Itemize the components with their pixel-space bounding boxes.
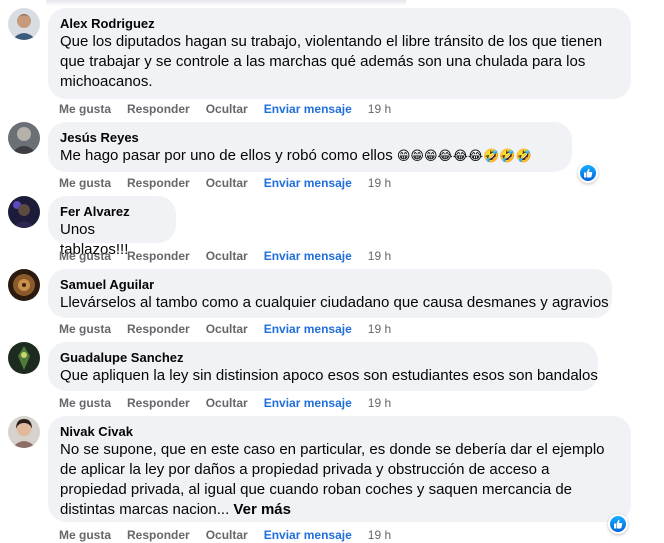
comment-bubble: Nivak Civak No se supone, que en este ca… xyxy=(48,416,631,522)
comment-author[interactable]: Fer Alvarez xyxy=(60,203,164,220)
comment-bubble: Jesús Reyes Me hago pasar por uno de ell… xyxy=(48,122,572,172)
comment-text: Que apliquen la ley sin distinsion apoco… xyxy=(60,367,598,384)
comment-author[interactable]: Guadalupe Sanchez xyxy=(60,349,586,366)
like-button[interactable]: Me gusta xyxy=(59,322,111,336)
avatar[interactable] xyxy=(8,122,40,154)
comment-actions: Me gusta Responder Ocultar Enviar mensaje 19… xyxy=(59,395,407,411)
like-button[interactable]: Me gusta xyxy=(59,176,111,190)
comment-actions: Me gusta Responder Ocultar Enviar mensaje 19… xyxy=(59,248,407,264)
reply-button[interactable]: Responder xyxy=(127,176,190,190)
send-message-link[interactable]: Enviar mensaje xyxy=(264,176,352,190)
send-message-link[interactable]: Enviar mensaje xyxy=(264,528,352,542)
reply-button[interactable]: Responder xyxy=(127,102,190,116)
comment-timestamp[interactable]: 19 h xyxy=(368,322,391,336)
comment-bubble: Samuel Aguilar Llevárselos al tambo como… xyxy=(48,269,612,318)
reply-button[interactable]: Responder xyxy=(127,249,190,263)
reaction-badge[interactable] xyxy=(608,514,628,534)
comment-actions: Me gusta Responder Ocultar Enviar mensaje 19… xyxy=(59,321,407,337)
comment-bubble: Guadalupe Sanchez Que apliquen la ley si… xyxy=(48,342,598,391)
comment-actions: Me gusta Responder Ocultar Enviar mensaje 19… xyxy=(59,101,407,117)
hide-button[interactable]: Ocultar xyxy=(206,322,248,336)
comment-author[interactable]: Jesús Reyes xyxy=(60,129,560,146)
send-message-link[interactable]: Enviar mensaje xyxy=(264,249,352,263)
comment-timestamp[interactable]: 19 h xyxy=(368,396,391,410)
comment-text: Me hago pasar por uno de ellos y robó co… xyxy=(60,147,532,164)
see-more-link[interactable]: Ver más xyxy=(233,501,291,518)
like-button[interactable]: Me gusta xyxy=(59,396,111,410)
hide-button[interactable]: Ocultar xyxy=(206,249,248,263)
avatar[interactable] xyxy=(8,8,40,40)
comment-text: Que los diputados hagan su trabajo, viol… xyxy=(60,33,603,90)
send-message-link[interactable]: Enviar mensaje xyxy=(264,102,352,116)
reply-button[interactable]: Responder xyxy=(127,322,190,336)
like-button[interactable]: Me gusta xyxy=(59,102,111,116)
comment-text: Llevárselos al tambo como a cualquier ci… xyxy=(60,294,609,311)
comment-author[interactable]: Samuel Aguilar xyxy=(60,276,600,293)
avatar[interactable] xyxy=(8,342,40,374)
like-button[interactable]: Me gusta xyxy=(59,528,111,542)
comment-text: No se supone, que en este caso en partic… xyxy=(60,441,605,518)
avatar[interactable] xyxy=(8,196,40,228)
previous-comment-edge xyxy=(46,0,406,6)
reaction-badge[interactable] xyxy=(578,163,598,183)
comment-bubble: Fer Alvarez Unos tablazos!!! xyxy=(48,196,176,258)
comment-timestamp[interactable]: 19 h xyxy=(368,528,391,542)
emoji-sequence: 😁😁😁😂😂😂🤣🤣🤣 xyxy=(396,148,532,163)
hide-button[interactable]: Ocultar xyxy=(206,396,248,410)
send-message-link[interactable]: Enviar mensaje xyxy=(264,396,352,410)
comment-timestamp[interactable]: 19 h xyxy=(368,249,391,263)
hide-button[interactable]: Ocultar xyxy=(206,176,248,190)
hide-button[interactable]: Ocultar xyxy=(206,528,248,542)
comment-bubble: Alex Rodriguez Que los diputados hagan s… xyxy=(48,8,631,99)
comment-author[interactable]: Nivak Civak xyxy=(60,423,619,440)
comment-author[interactable]: Alex Rodriguez xyxy=(60,15,619,32)
send-message-link[interactable]: Enviar mensaje xyxy=(264,322,352,336)
comment-timestamp[interactable]: 19 h xyxy=(368,102,391,116)
hide-button[interactable]: Ocultar xyxy=(206,102,248,116)
comment-actions: Me gusta Responder Ocultar Enviar mensaje 19… xyxy=(59,175,407,191)
reply-button[interactable]: Responder xyxy=(127,528,190,542)
like-button[interactable]: Me gusta xyxy=(59,249,111,263)
like-icon xyxy=(610,516,626,532)
avatar[interactable] xyxy=(8,269,40,301)
like-icon xyxy=(580,165,596,181)
avatar[interactable] xyxy=(8,416,40,448)
comment-timestamp[interactable]: 19 h xyxy=(368,176,391,190)
reply-button[interactable]: Responder xyxy=(127,396,190,410)
